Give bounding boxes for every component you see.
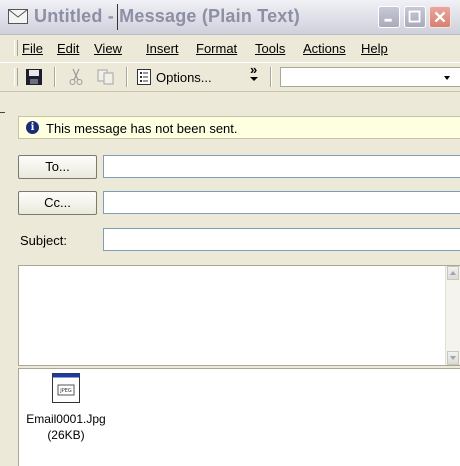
menu-grip[interactable] — [14, 40, 18, 56]
menu-tools[interactable]: Tools — [255, 41, 285, 56]
menu-insert[interactable]: Insert — [146, 41, 179, 56]
scroll-up-icon[interactable] — [447, 266, 459, 280]
maximize-button[interactable] — [404, 6, 426, 28]
to-button[interactable]: To... — [18, 155, 97, 179]
title-bar: Untitled - Message (Plain Text) — [0, 0, 460, 35]
svg-text:JPEG: JPEG — [59, 388, 72, 394]
menu-edit[interactable]: Edit — [57, 41, 79, 56]
menu-help[interactable]: Help — [361, 41, 388, 56]
toolbar-overflow-icon[interactable]: » — [250, 63, 257, 76]
toolbar-separator — [126, 67, 128, 87]
minimize-button[interactable] — [378, 6, 400, 28]
divider — [0, 112, 5, 113]
scroll-down-icon[interactable] — [447, 351, 459, 365]
attachment-size: (26KB) — [47, 428, 85, 442]
toolbar-combo-box[interactable] — [280, 67, 460, 87]
info-bar: i This message has not been sent. — [18, 116, 460, 139]
attachment-item[interactable]: JPEG Email0001.Jpg (26KB) — [13, 373, 119, 442]
window-title: Untitled - Message (Plain Text) — [34, 6, 300, 26]
attachments-pane: JPEG Email0001.Jpg (26KB) — [18, 368, 460, 466]
subject-label: Subject: — [20, 233, 67, 248]
text-cursor — [117, 4, 118, 30]
cc-field[interactable] — [103, 191, 460, 214]
vertical-scrollbar[interactable] — [445, 266, 460, 365]
toolbar-separator — [270, 67, 272, 87]
save-icon[interactable] — [24, 68, 44, 86]
options-icon — [137, 69, 151, 85]
cut-icon[interactable] — [66, 68, 86, 86]
toolbar-grip[interactable] — [14, 68, 18, 86]
jpeg-file-icon: JPEG — [52, 373, 80, 403]
to-field[interactable] — [103, 155, 460, 178]
options-button[interactable]: Options... — [137, 67, 212, 87]
cc-button[interactable]: Cc... — [18, 191, 97, 215]
close-icon — [434, 11, 446, 23]
minimize-icon — [384, 18, 392, 22]
toolbar-separator — [54, 67, 56, 87]
menu-bar: File Edit View Insert Format Tools Actio… — [0, 36, 460, 60]
chevron-down-icon[interactable] — [444, 76, 450, 80]
info-bar-text: This message has not been sent. — [46, 121, 238, 136]
attachment-name: Email0001.Jpg — [26, 412, 106, 426]
standard-toolbar: Options... » — [0, 62, 460, 92]
menu-file[interactable]: File — [22, 41, 43, 56]
menu-view[interactable]: View — [94, 41, 122, 56]
info-icon: i — [26, 121, 39, 134]
options-label: Options... — [156, 69, 212, 85]
maximize-icon — [408, 10, 421, 23]
subject-field[interactable] — [103, 228, 460, 251]
menu-format[interactable]: Format — [196, 41, 237, 56]
close-button[interactable] — [429, 6, 451, 28]
message-body[interactable] — [18, 265, 460, 366]
toolbar-overflow-arrow-icon[interactable] — [250, 77, 258, 81]
copy-icon[interactable] — [96, 68, 116, 86]
envelope-icon — [8, 9, 28, 24]
menu-actions[interactable]: Actions — [303, 41, 346, 56]
